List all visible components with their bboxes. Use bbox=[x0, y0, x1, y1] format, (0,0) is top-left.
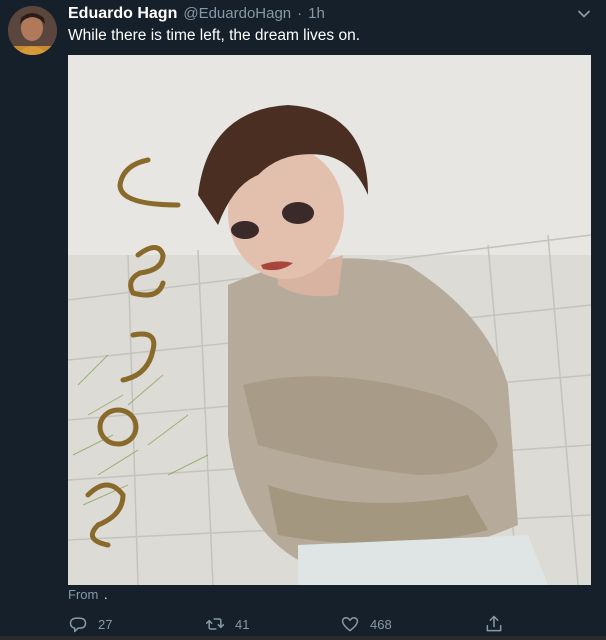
bottom-divider bbox=[0, 636, 606, 640]
tweet-media-image[interactable] bbox=[68, 55, 591, 585]
tweet-header: Eduardo Hagn @EduardoHagn · 1h bbox=[68, 5, 566, 27]
like-button[interactable]: 468 bbox=[340, 612, 392, 636]
author-display-name[interactable]: Eduardo Hagn bbox=[68, 5, 177, 23]
tweet-actions: 27 41 468 bbox=[68, 612, 591, 636]
share-button[interactable] bbox=[484, 612, 504, 636]
tweet: Eduardo Hagn @EduardoHagn · 1h While the… bbox=[0, 0, 606, 640]
media-illustration bbox=[68, 55, 591, 585]
reply-count: 27 bbox=[98, 616, 113, 632]
retweet-button[interactable]: 41 bbox=[205, 612, 249, 636]
heart-icon bbox=[341, 617, 359, 632]
avatar-image bbox=[8, 6, 57, 55]
like-count: 468 bbox=[370, 616, 392, 632]
reply-button[interactable]: 27 bbox=[68, 612, 112, 636]
media-caption-link[interactable]: . bbox=[104, 587, 108, 602]
avatar[interactable] bbox=[8, 6, 57, 55]
reply-icon bbox=[69, 617, 87, 633]
tweet-text: While there is time left, the dream live… bbox=[68, 27, 361, 44]
author-handle[interactable]: @EduardoHagn bbox=[183, 5, 291, 22]
share-icon bbox=[486, 615, 502, 632]
retweet-icon bbox=[205, 618, 225, 630]
tweet-timestamp[interactable]: 1h bbox=[308, 5, 325, 22]
header-separator: · bbox=[297, 5, 303, 22]
media-caption: From . bbox=[68, 587, 108, 602]
retweet-count: 41 bbox=[235, 616, 250, 632]
media-caption-prefix: From bbox=[68, 587, 99, 602]
chevron-down-icon[interactable] bbox=[576, 6, 592, 22]
